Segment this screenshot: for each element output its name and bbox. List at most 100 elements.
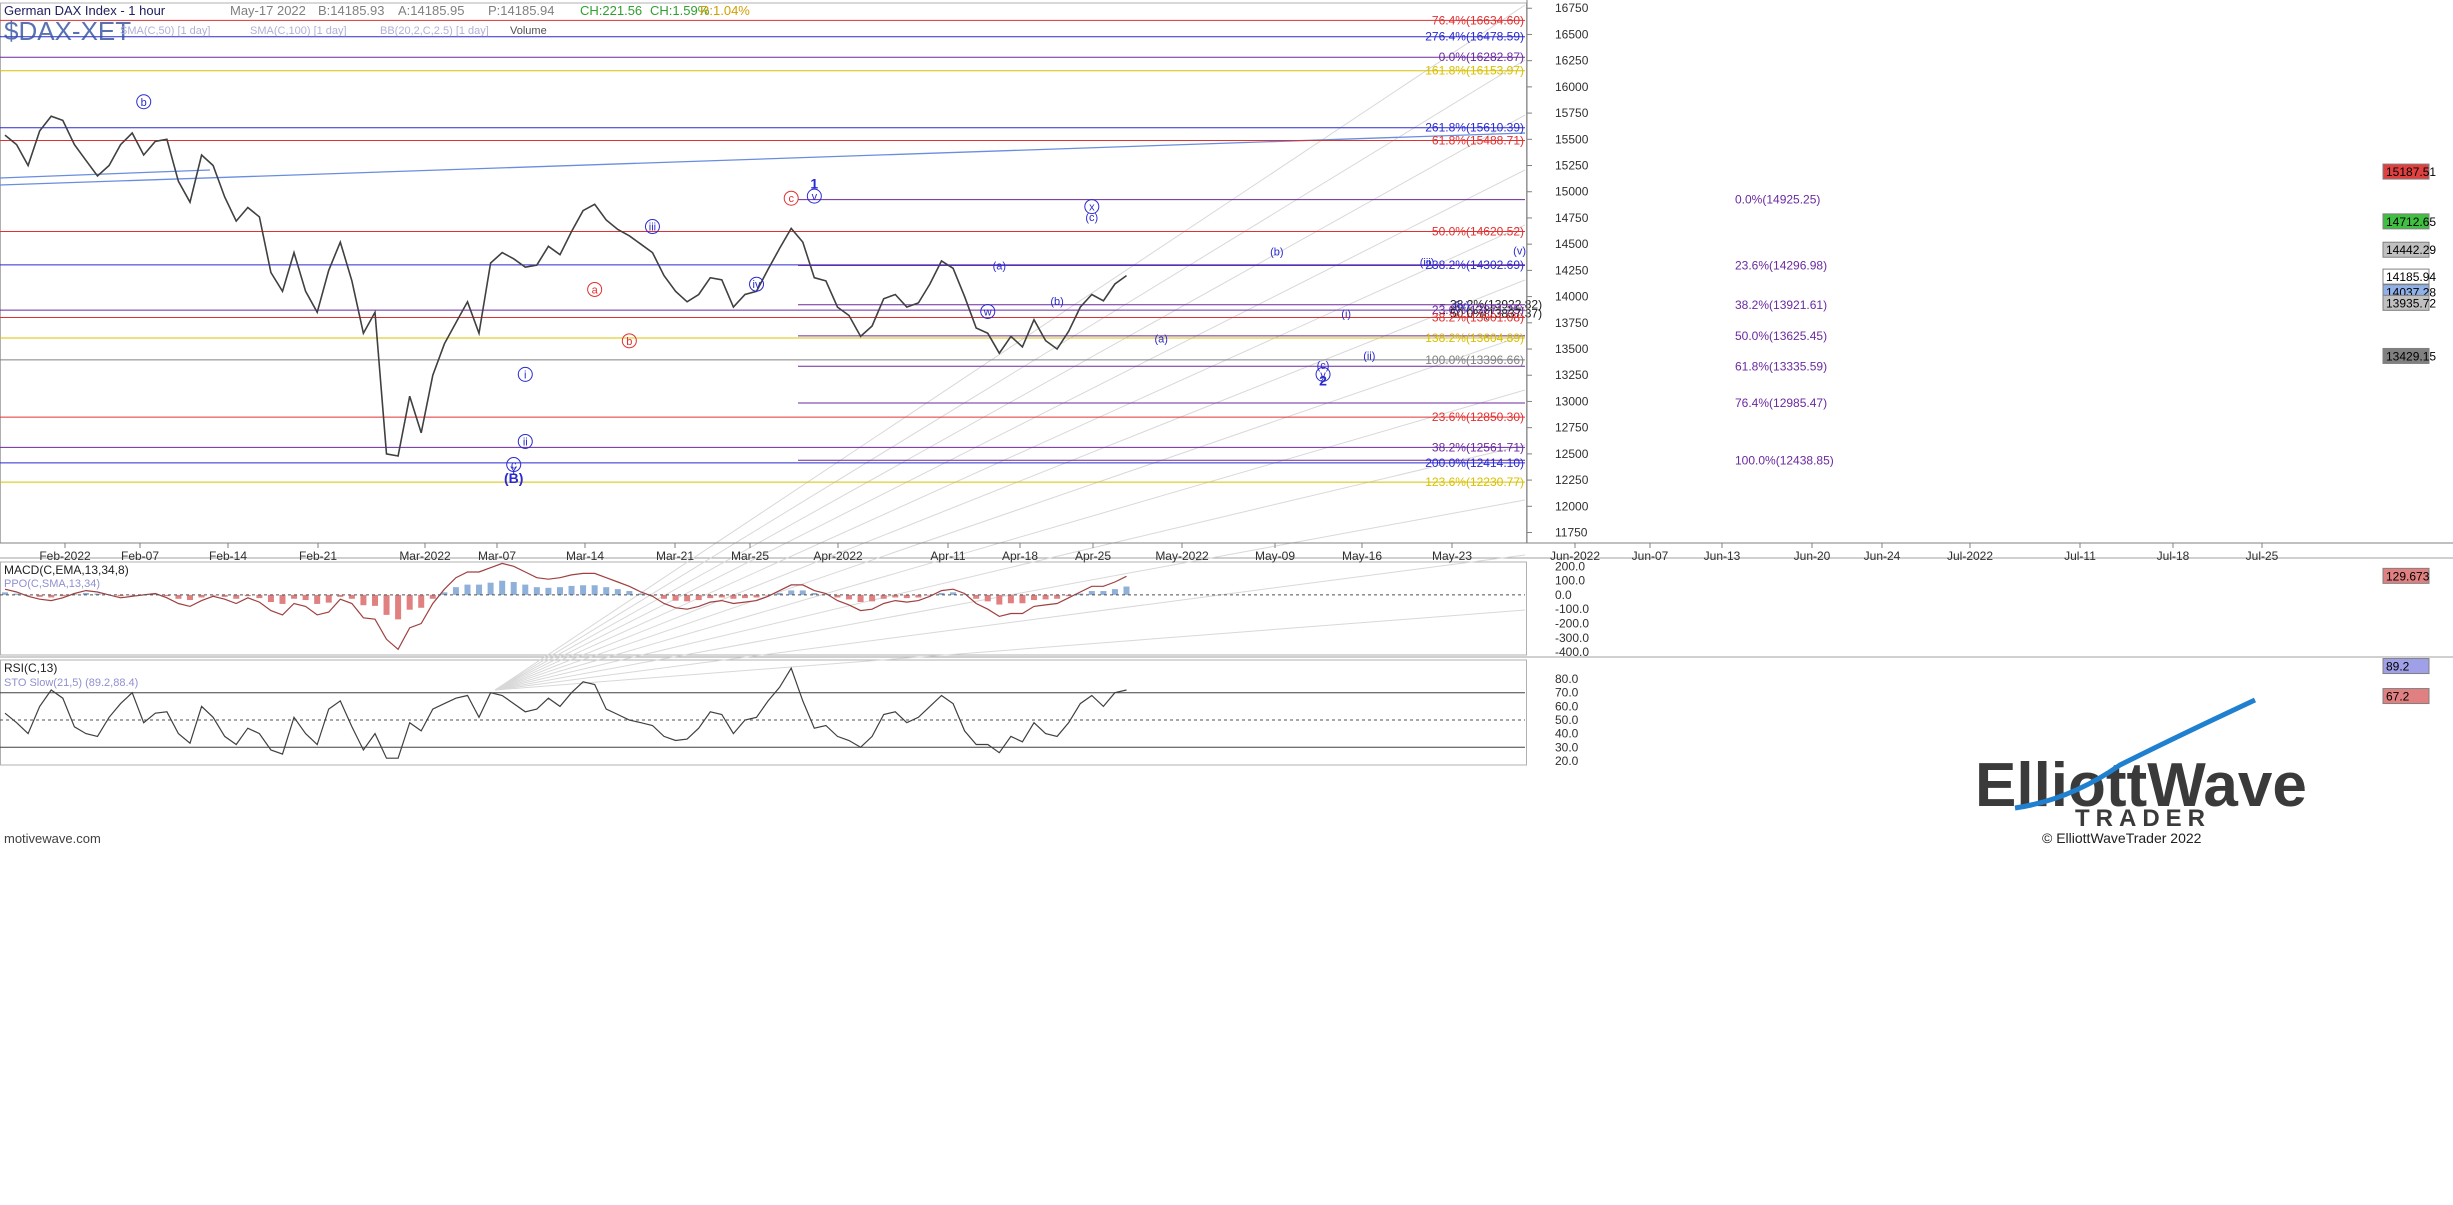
overlay-legend: SMA(C,100) [1 day] [250,25,347,37]
macd-histogram-bar [545,587,552,595]
macd-histogram-bar [661,594,668,599]
fib-label: 50.0%(14620.52) [1432,225,1524,239]
macd-histogram-bar [626,591,633,595]
macd-y-tick-label: 0.0 [1555,588,1572,602]
x-tick-label: May-16 [1342,549,1382,563]
macd-histogram-bar [556,587,563,595]
macd-badge-label: 129.673 [2386,569,2430,583]
x-tick-label: Mar-07 [478,549,516,563]
macd-histogram-bar [869,594,876,602]
macd-y-tick-label: -300.0 [1555,631,1589,645]
macd-histogram-bar [1123,586,1130,595]
rsi-plot-frame [0,659,1527,766]
fib-label: 38.2%(13801.08) [1432,310,1524,324]
wave-label: (iv) [1454,300,1469,312]
x-tick-label: Mar-2022 [399,549,451,563]
macd-histogram-bar [1007,594,1014,604]
macd-histogram-bar [406,594,413,610]
macd-histogram-bar [580,585,587,595]
price-series-line [4,115,1127,457]
y-tick-label: 15000 [1555,185,1589,199]
macd-histogram-bar [973,594,980,599]
macd-histogram-bar [186,594,193,601]
price-badge-label: 13935.72 [2386,296,2436,310]
wave-label: (c) [1085,212,1098,224]
macd-histogram-bar [684,594,691,602]
fib-label: 138.2%(13604.89) [1425,331,1524,345]
y-tick-label: 11750 [1555,526,1588,540]
x-tick-label: Mar-25 [731,549,769,563]
wave-label: ii [523,436,528,448]
macd-histogram-bar [291,594,298,599]
rsi-badge-label: 67.2 [2386,690,2410,704]
fan-line [494,334,1526,691]
macd-histogram-bar [880,594,887,599]
wave-label: (ii) [1363,351,1375,363]
macd-y-tick-label: -400.0 [1555,645,1589,659]
x-tick-label: Jun-20 [1794,549,1831,563]
macd-histogram-bar [325,594,332,603]
macd-histogram-bar [522,584,529,595]
macd-y-tick-label: 100.0 [1555,574,1585,588]
macd-histogram-bar [418,594,425,608]
rsi-line [4,666,1127,759]
macd-histogram-bar [233,594,240,599]
macd-histogram-bar [1088,591,1095,595]
y-tick-label: 14000 [1555,290,1589,304]
wave-label: iii [649,222,656,234]
x-tick-label: May-23 [1432,549,1472,563]
price-badge-label: 14712.65 [2386,215,2436,229]
overlay-legend: SMA(C,50) [1 day] [120,25,210,37]
wave-label: b [141,97,147,109]
macd-line [4,562,1127,651]
macd-histogram-bar [302,594,309,601]
macd-histogram-bar [348,594,355,599]
macd-histogram-bar [487,582,494,595]
macd-y-tick-label: -200.0 [1555,617,1589,631]
wave-label: (iii) [1420,257,1435,269]
chart-svg[interactable]: 76.4%(16634.60) 276.4%(16478.59) 0.0%(1628… [0,0,2453,1200]
x-tick-label: Apr-11 [930,549,965,563]
y-tick-label: 13500 [1555,342,1589,356]
fan-line [494,169,1526,691]
y-tick-label: 12250 [1555,473,1589,487]
fib-label: 238.2%(14302.69) [1425,258,1524,272]
macd-histogram-bar [788,590,795,595]
macd-histogram-bar [279,594,286,604]
fib-label: 100.0%(12438.85) [1735,453,1834,467]
fib-label: 61.8%(15488.71) [1432,133,1524,147]
x-tick-label: Jul-18 [2157,549,2190,563]
macd-histogram-bar [799,590,806,595]
y-tick-label: 16000 [1555,80,1589,94]
macd-histogram-bar [730,594,737,599]
wave-label: (a) [1154,334,1167,346]
macd-histogram-bar [614,589,621,595]
macd-histogram-bar [533,587,540,595]
rsi-legend: RSI(C,13) [4,661,57,675]
wave-label: iv [753,279,761,291]
header-bid: B:14185.93 [318,3,385,18]
fan-line [494,224,1526,691]
y-tick-label: 14500 [1555,237,1589,251]
overlay-legend: Volume [510,25,547,37]
macd-histogram-bar [395,594,402,620]
wave-label: v [812,191,818,203]
macd-histogram-bar [603,587,610,595]
header-ask: A:14185.95 [398,3,465,18]
macd-histogram-bar [568,585,575,595]
wave-label: (a) [993,260,1006,272]
macd-histogram-bar [672,594,679,601]
macd-histogram-bar [857,594,864,602]
wave-label: (i) [1341,309,1351,321]
trader-logo-text: TRADER [2075,805,2211,832]
copyright-text: © ElliottWaveTrader 2022 [2042,830,2202,846]
fib-label: 61.8%(13335.59) [1735,359,1827,373]
macd-y-tick-label: 200.0 [1555,559,1585,573]
x-tick-label: Feb-14 [209,549,247,563]
macd-legend: MACD(C,EMA,13,34,8) [4,563,129,577]
wave-label: (b) [1270,247,1283,259]
wave-label: (b) [1050,296,1063,308]
macd-histogram-bar [476,584,483,595]
rsi-y-tick-label: 50.0 [1555,713,1579,727]
macd-histogram-bar [267,594,274,602]
